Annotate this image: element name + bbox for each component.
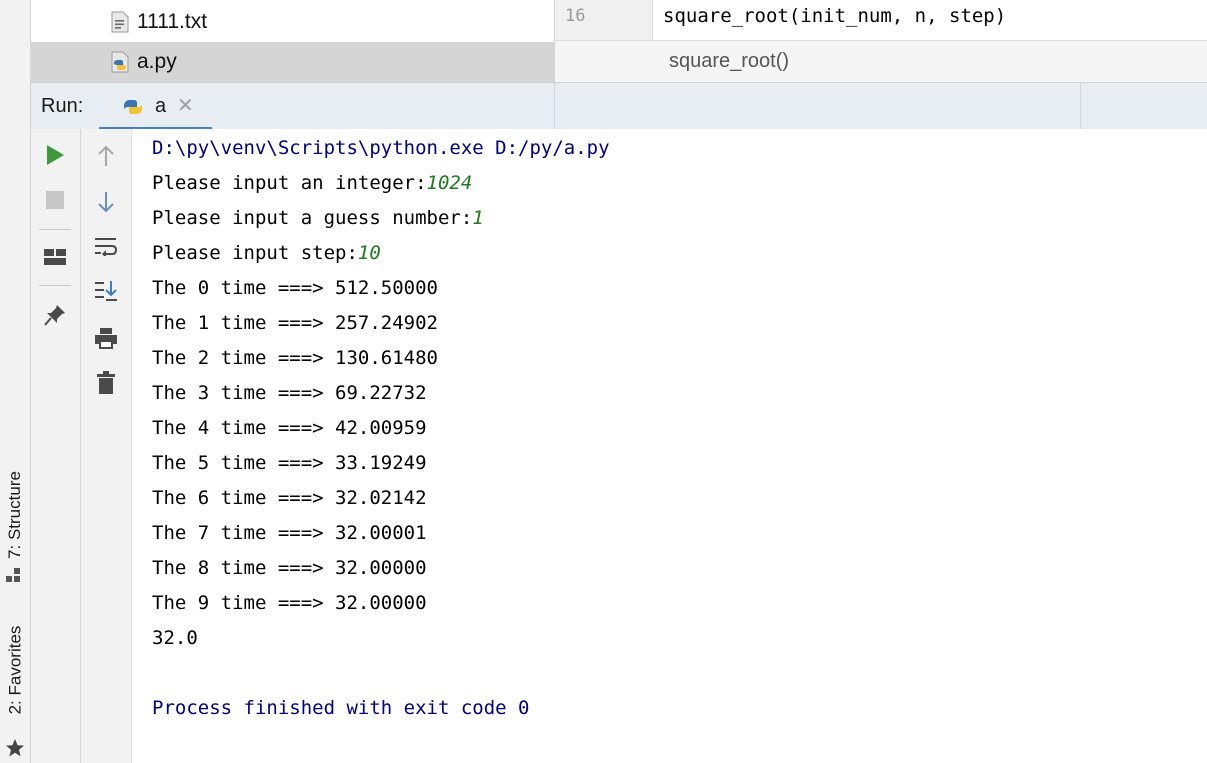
close-icon[interactable]: ✕ — [177, 93, 194, 117]
scroll-to-end-button[interactable] — [91, 276, 121, 306]
print-button[interactable] — [91, 323, 121, 353]
console-iteration-line: The 3 time ===> 69.22732 — [152, 382, 427, 404]
toolbar-separator — [39, 229, 71, 230]
stop-icon — [46, 191, 64, 209]
python-file-icon — [111, 51, 129, 73]
structure-tab-label: 7: Structure — [5, 471, 24, 559]
console-iteration-line: The 1 time ===> 257.24902 — [152, 312, 438, 334]
console-prompt-line: Please input an integer:1024 — [152, 166, 472, 201]
tree-item-label: a.py — [137, 50, 177, 73]
layout-button[interactable] — [40, 242, 70, 272]
run-tool-window-header: Run: a ✕ — [31, 82, 1207, 131]
prompt-text: Please input a guess number: — [152, 207, 473, 229]
layout-icon — [44, 249, 66, 265]
run-tab-label: a — [155, 95, 167, 117]
console-iteration-line: The 2 time ===> 130.61480 — [152, 347, 438, 369]
run-tab-a[interactable]: a ✕ — [99, 83, 212, 131]
run-label: Run: — [41, 95, 84, 117]
console-iteration-line: The 7 time ===> 32.00001 — [152, 522, 427, 544]
line-number: 16 — [565, 6, 586, 26]
tree-item-a-py[interactable]: a.py — [31, 42, 554, 82]
arrow-down-icon — [98, 192, 114, 213]
favorites-tool-tab[interactable]: 2: Favorites — [0, 605, 30, 735]
console-output[interactable]: D:\py\venv\Scripts\python.exe D:/py/a.py… — [132, 129, 1207, 763]
console-iteration-line: The 5 time ===> 33.19249 — [152, 452, 427, 474]
user-input-value: 1 — [472, 207, 484, 229]
structure-icon — [6, 568, 20, 582]
python-icon — [124, 100, 142, 114]
pin-icon — [44, 305, 65, 326]
trash-icon — [97, 371, 115, 394]
console-command-line: D:\py\venv\Scripts\python.exe D:/py/a.py — [152, 137, 610, 159]
user-input-value: 1024 — [426, 172, 473, 194]
run-toolbar-secondary — [81, 129, 132, 763]
console-prompt-line: Please input step:10 — [152, 236, 381, 271]
soft-wrap-button[interactable] — [91, 231, 121, 261]
arrow-up-icon — [98, 145, 114, 166]
console-iteration-line: The 0 time ===> 512.50000 — [152, 277, 438, 299]
editor-gutter: 16 — [555, 0, 653, 40]
console-exit-message: Process finished with exit code 0 — [152, 697, 530, 719]
code-editor[interactable]: 16 square_root(init_num, n, step) — [555, 0, 1207, 41]
prompt-text: Please input step: — [152, 242, 358, 264]
scroll-to-end-icon — [95, 281, 117, 301]
scroll-up-button[interactable] — [91, 141, 121, 171]
star-icon — [6, 739, 24, 757]
breadcrumb-bar: square_root() — [555, 41, 1207, 82]
text-file-icon — [111, 11, 129, 33]
console-result-line: 32.0 — [152, 627, 198, 649]
tree-item-1111-txt[interactable]: 1111.txt — [31, 2, 554, 42]
console-prompt-line: Please input a guess number:1 — [152, 201, 484, 236]
user-input-value: 10 — [357, 242, 381, 264]
prompt-text: Please input an integer: — [152, 172, 427, 194]
print-icon — [95, 328, 117, 349]
left-tool-strip: 7: Structure 2: Favorites — [0, 0, 31, 763]
stop-button[interactable] — [40, 185, 70, 215]
run-toolbar-primary — [31, 129, 81, 763]
rerun-button[interactable] — [40, 140, 70, 170]
favorites-tab-label: 2: Favorites — [5, 625, 24, 715]
console-iteration-line: The 6 time ===> 32.02142 — [152, 487, 427, 509]
clear-all-button[interactable] — [91, 368, 121, 398]
soft-wrap-icon — [95, 238, 118, 256]
header-divider — [1080, 83, 1081, 130]
pin-tab-button[interactable] — [40, 300, 70, 330]
console-iteration-line: The 9 time ===> 32.00000 — [152, 592, 427, 614]
scroll-down-button[interactable] — [91, 187, 121, 217]
project-tree: 1111.txt a.py — [31, 0, 555, 82]
header-divider — [554, 83, 555, 130]
console-iteration-line: The 8 time ===> 32.00000 — [152, 557, 427, 579]
tree-item-label: 1111.txt — [137, 10, 208, 33]
code-line[interactable]: square_root(init_num, n, step) — [663, 5, 1006, 27]
console-iteration-line: The 4 time ===> 42.00959 — [152, 417, 427, 439]
breadcrumb-function[interactable]: square_root() — [669, 50, 789, 73]
toolbar-separator — [39, 285, 71, 286]
play-icon — [47, 145, 64, 165]
